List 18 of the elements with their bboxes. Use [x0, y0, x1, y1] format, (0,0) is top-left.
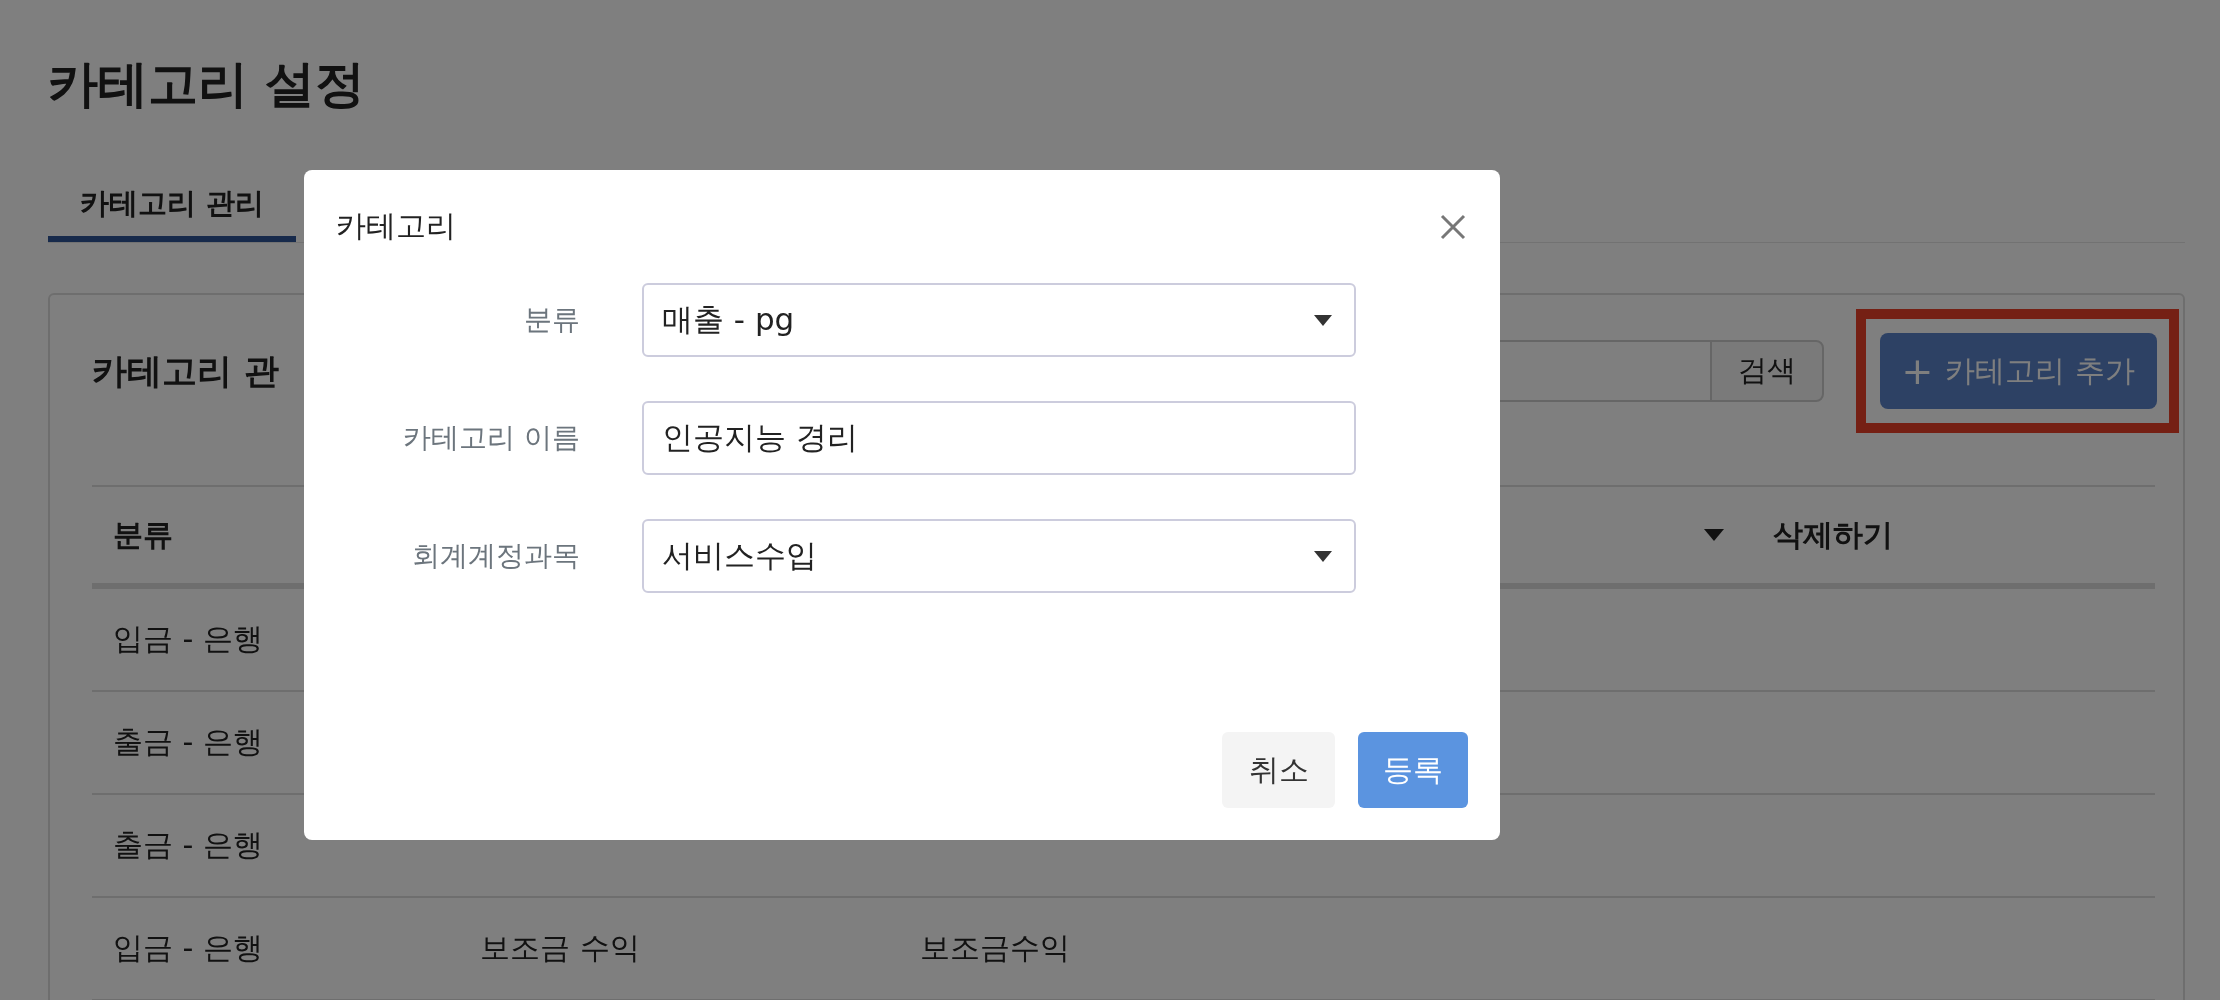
- column-header: 삭제하기: [1752, 485, 2155, 589]
- search-button[interactable]: 검색: [1709, 340, 1824, 402]
- dropdown[interactable]: 매출 - pg: [642, 283, 1356, 357]
- page-title: 카테고리 설정: [48, 54, 367, 115]
- modal-title: 카테고리: [336, 207, 456, 245]
- field-label: 카테고리 이름: [402, 420, 580, 456]
- field-label: 분류: [523, 302, 580, 338]
- table-cell: 보조금 수익: [459, 898, 899, 1000]
- cancel-button[interactable]: 취소: [1222, 732, 1335, 808]
- dropdown[interactable]: 서비스수입: [642, 519, 1356, 593]
- card-title: 카테고리 관: [92, 349, 280, 393]
- input-field[interactable]: 인공지능 경리: [642, 401, 1356, 475]
- caret-icon: [1314, 550, 1332, 562]
- tab[interactable]: 카테고리 관리: [48, 172, 297, 242]
- table-cell: 보조금수익: [899, 898, 1752, 1000]
- table-cell: 입금 - 은행: [92, 898, 459, 1000]
- caret-icon: [1314, 314, 1332, 326]
- sort-caret-icon[interactable]: [1704, 529, 1724, 541]
